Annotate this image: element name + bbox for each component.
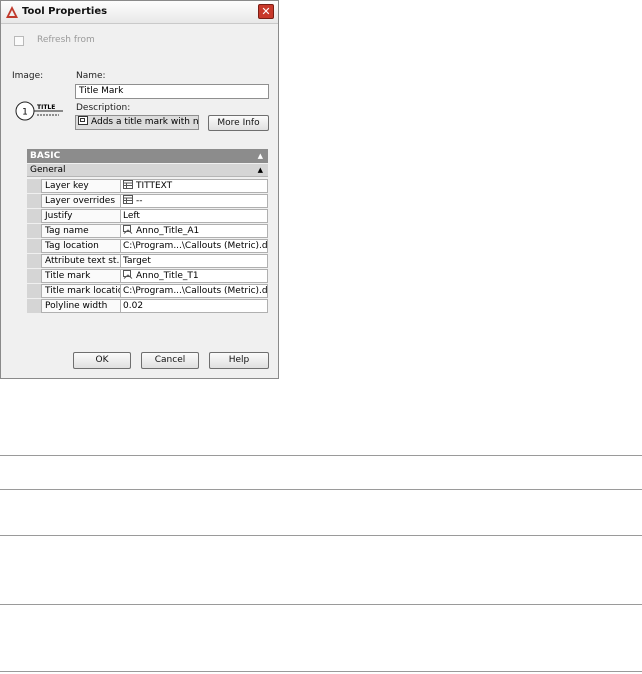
collapse-arrow-icon[interactable]: ▲ xyxy=(258,164,263,177)
property-row-tag-name[interactable]: Tag name Anno_Title_A1 xyxy=(27,224,268,238)
property-value[interactable]: 0.02 xyxy=(120,299,268,313)
divider-line xyxy=(0,489,642,490)
edit-icon[interactable] xyxy=(78,116,88,125)
property-row-tag-location[interactable]: Tag location C:\Program...\Callouts (Met… xyxy=(27,239,268,253)
property-value[interactable]: C:\Program...\Callouts (Metric).dwg xyxy=(120,239,268,253)
tool-properties-dialog: Tool Properties ✕ Refresh from Image: Na… xyxy=(0,0,279,379)
property-key: Title mark xyxy=(41,269,120,283)
property-row-title-mark-location[interactable]: Title mark location C:\Program...\Callou… xyxy=(27,284,268,298)
description-label: Description: xyxy=(76,103,131,113)
property-key: Layer key xyxy=(41,179,120,193)
help-button[interactable]: Help xyxy=(209,352,269,369)
image-label: Image: xyxy=(12,71,44,81)
property-row-attribute-text-style[interactable]: Attribute text st... Target xyxy=(27,254,268,268)
basic-category-header[interactable]: BASIC ▲ xyxy=(27,149,268,163)
property-value[interactable]: -- xyxy=(120,194,268,208)
close-button[interactable]: ✕ xyxy=(258,4,274,19)
property-value[interactable]: C:\Program...\Callouts (Metric).dwg xyxy=(120,284,268,298)
block-icon[interactable] xyxy=(123,270,133,279)
ok-button[interactable]: OK xyxy=(73,352,131,369)
property-row-layer-key[interactable]: Layer key TITTEXT xyxy=(27,179,268,193)
collapse-arrow-icon[interactable]: ▲ xyxy=(258,149,263,163)
divider-line xyxy=(0,455,642,456)
refresh-from-checkbox[interactable] xyxy=(14,36,24,46)
property-key: Attribute text st... xyxy=(41,254,120,268)
property-value[interactable]: Anno_Title_T1 xyxy=(120,269,268,283)
property-value[interactable]: Anno_Title_A1 xyxy=(120,224,268,238)
property-row-polyline-width[interactable]: Polyline width 0.02 xyxy=(27,299,268,313)
title-bar[interactable]: Tool Properties ✕ xyxy=(1,1,278,24)
property-key: Polyline width xyxy=(41,299,120,313)
property-value[interactable]: Left xyxy=(120,209,268,223)
general-subcategory-header[interactable]: General ▲ xyxy=(27,164,268,177)
property-row-title-mark[interactable]: Title mark Anno_Title_T1 xyxy=(27,269,268,283)
cancel-button[interactable]: Cancel xyxy=(141,352,199,369)
name-input[interactable]: Title Mark xyxy=(75,84,269,99)
window-title: Tool Properties xyxy=(22,6,108,17)
general-subcategory-label: General xyxy=(30,165,66,175)
preview-title: TITLE xyxy=(37,104,55,111)
description-field[interactable]: Adds a title mark with n... xyxy=(75,115,199,130)
property-value[interactable]: Target xyxy=(120,254,268,268)
name-label: Name: xyxy=(76,71,106,81)
layer-icon[interactable] xyxy=(123,180,133,189)
layer-icon[interactable] xyxy=(123,195,133,204)
divider-line xyxy=(0,604,642,605)
block-icon[interactable] xyxy=(123,225,133,234)
description-value: Adds a title mark with n... xyxy=(91,117,199,127)
title-mark-preview-image: 1 TITLE xyxy=(15,101,63,121)
property-key: Layer overrides xyxy=(41,194,120,208)
property-key: Title mark location xyxy=(41,284,120,298)
property-key: Tag location xyxy=(41,239,120,253)
property-key: Tag name xyxy=(41,224,120,238)
autocad-logo-icon xyxy=(6,6,18,18)
divider-line xyxy=(0,535,642,536)
property-value[interactable]: TITTEXT xyxy=(120,179,268,193)
property-row-justify[interactable]: Justify Left xyxy=(27,209,268,223)
property-row-layer-overrides[interactable]: Layer overrides -- xyxy=(27,194,268,208)
divider-line xyxy=(0,671,642,672)
basic-category-label: BASIC xyxy=(30,151,61,161)
property-key: Justify xyxy=(41,209,120,223)
refresh-from-label: Refresh from xyxy=(37,35,95,45)
more-info-button[interactable]: More Info xyxy=(208,115,269,131)
preview-number: 1 xyxy=(22,108,28,118)
property-grid: BASIC ▲ General ▲ Layer key TITTEXT Laye… xyxy=(27,149,268,313)
